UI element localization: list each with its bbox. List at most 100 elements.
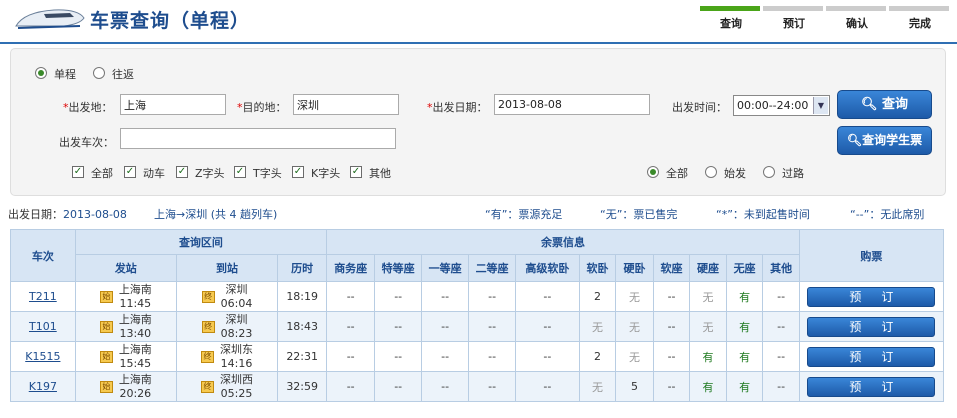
train-cell: T101: [10, 311, 76, 342]
from-label: *出发地：: [63, 101, 113, 114]
seat-availability: --: [515, 341, 580, 372]
depart-cell: 始上海南 15:45: [74, 341, 177, 372]
seat-availability: --: [652, 281, 691, 312]
step-confirm: 确认: [826, 6, 888, 30]
seat-availability: --: [326, 371, 376, 402]
table-row: K197 始上海南 20:26 终深圳西 05:25 32:59 -- -- -- -- -- 无 5-…: [10, 371, 945, 402]
col-buy: 购票: [798, 229, 945, 282]
arrive-cell: 终深圳 08:23: [175, 311, 279, 342]
arrive-station: 深圳西: [220, 372, 254, 386]
train-type-other-checkbox[interactable]: ✓: [350, 166, 362, 178]
group-interval: 查询区间: [74, 229, 328, 255]
col-duration: 历时: [277, 254, 328, 282]
train-type-t-checkbox[interactable]: ✓: [234, 166, 246, 178]
from-station-input[interactable]: [120, 94, 226, 115]
date-input[interactable]: [494, 94, 650, 115]
depart-station: 上海南: [118, 372, 152, 386]
to-label: *目的地：: [237, 101, 287, 114]
time-select[interactable]: 00:00--24:00 ▼: [733, 95, 830, 116]
book-cell: 预订: [798, 311, 945, 342]
arrive-cell: 终深圳东 14:16: [175, 341, 279, 372]
book-cell: 预订: [798, 341, 945, 372]
seat-availability: --: [421, 371, 470, 402]
station-type-label: 全部: [666, 167, 688, 180]
seat-availability: --: [652, 341, 691, 372]
depart-time: 15:45: [119, 356, 152, 370]
seat-availability: 无: [578, 371, 617, 402]
station-all-radio[interactable]: [647, 166, 659, 178]
seat-availability: --: [762, 371, 800, 402]
seat-availability: 无: [689, 311, 727, 342]
seat-availability: 有: [725, 281, 764, 312]
search-button[interactable]: 🔍︎ 查询: [837, 90, 932, 119]
book-button[interactable]: 预订: [807, 346, 936, 367]
train-type-k-checkbox[interactable]: ✓: [292, 166, 304, 178]
arrive-time: 06:04: [220, 296, 253, 310]
col-seat: 软卧: [578, 254, 617, 282]
to-station-input[interactable]: [293, 94, 399, 115]
seat-availability: --: [374, 371, 423, 402]
station-pass-radio[interactable]: [763, 166, 775, 178]
train-cell: T211: [10, 281, 76, 312]
depart-station: 上海南: [118, 282, 152, 296]
depart-time: 20:26: [119, 386, 152, 400]
col-seat: 其他: [762, 254, 800, 282]
seat-availability: 2: [578, 281, 617, 312]
seat-availability: --: [762, 341, 800, 372]
one-way-radio[interactable]: [35, 67, 47, 79]
table-row: K1515 始上海南 15:45 终深圳东 14:16 22:31 -- -- -- -- -- 2 无…: [10, 341, 945, 372]
depart-station: 上海南: [118, 312, 152, 326]
train-type-all-checkbox[interactable]: ✓: [72, 166, 84, 178]
arrive-cell: 终深圳西 05:25: [175, 371, 279, 402]
terminal-tag-icon: 终: [201, 320, 215, 333]
train-logo-icon: [15, 9, 85, 29]
search-icon: 🔍︎: [846, 133, 863, 147]
seat-availability: 有: [725, 311, 764, 342]
col-seat: 软座: [652, 254, 691, 282]
seat-availability: --: [374, 311, 423, 342]
group-seats: 余票信息: [326, 229, 800, 255]
result-summary: 出发日期：2013-08-08 上海→深圳 (共 4 趟列车) “有”：票源充足…: [8, 206, 948, 222]
seat-availability: --: [374, 281, 423, 312]
train-type-z-checkbox[interactable]: ✓: [176, 166, 188, 178]
seat-availability: --: [652, 371, 691, 402]
train-type-d-checkbox[interactable]: ✓: [124, 166, 136, 178]
seat-availability: 无: [615, 281, 654, 312]
round-trip-radio[interactable]: [93, 67, 105, 79]
summary-date: 出发日期：2013-08-08: [8, 208, 127, 221]
seat-availability: --: [468, 281, 517, 312]
train-number-link[interactable]: K197: [29, 380, 57, 393]
seat-availability: --: [652, 311, 691, 342]
terminal-tag-icon: 终: [201, 290, 215, 303]
train-type-label: 全部: [91, 167, 113, 180]
student-ticket-button[interactable]: 🔍︎查询学生票: [837, 126, 932, 155]
duration-cell: 18:43: [277, 311, 328, 342]
terminal-tag-icon: 终: [201, 350, 215, 363]
chevron-down-icon: ▼: [813, 97, 828, 114]
col-seat: 硬卧: [615, 254, 654, 282]
train-type-label: 其他: [369, 167, 391, 180]
seat-availability: --: [515, 311, 580, 342]
col-seat: 高级软卧: [515, 254, 580, 282]
col-depart: 发站: [74, 254, 177, 282]
train-number-link[interactable]: T101: [29, 320, 57, 333]
book-cell: 预订: [798, 281, 945, 312]
terminal-tag-icon: 终: [201, 380, 215, 393]
book-button[interactable]: 预订: [807, 286, 936, 307]
book-button[interactable]: 预订: [807, 376, 936, 397]
train-number-input[interactable]: [120, 128, 396, 149]
seat-availability: 无: [615, 311, 654, 342]
book-button[interactable]: 预订: [807, 316, 936, 337]
seat-availability: --: [468, 371, 517, 402]
station-origin-radio[interactable]: [705, 166, 717, 178]
arrive-time: 14:16: [220, 356, 253, 370]
train-number-link[interactable]: T211: [29, 290, 57, 303]
duration-cell: 32:59: [277, 371, 328, 402]
arrive-time: 08:23: [220, 326, 253, 340]
arrive-station: 深圳: [225, 282, 248, 296]
train-number-link[interactable]: K1515: [25, 350, 60, 363]
search-panel: 单程 往返 *出发地： *目的地： *出发日期： 出发时间： 00:00--24…: [10, 48, 946, 196]
depart-cell: 始上海南 11:45: [74, 281, 177, 312]
step-book: 预订: [763, 6, 825, 30]
seat-availability: --: [326, 311, 376, 342]
